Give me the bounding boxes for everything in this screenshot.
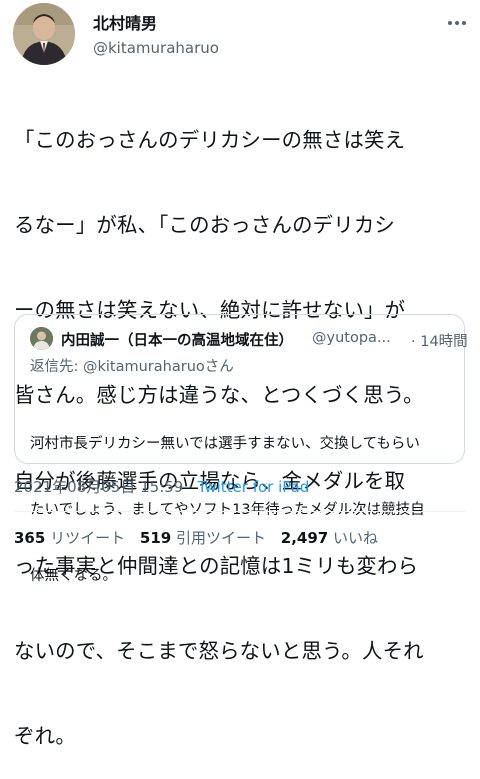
quoted-tweet-card[interactable]: 内田誠一（日本一の高温地域在住） @yutopa... · 14時間 返信先: … xyxy=(14,314,468,584)
quoted-author-avatar xyxy=(30,327,53,350)
reply-to-line: 返信先: @kitamuraharuoさん xyxy=(30,355,234,376)
tweet-source-link[interactable]: Twitter for iPad xyxy=(198,478,310,496)
quoted-author-name: 内田誠一（日本一の高温地域在住） xyxy=(61,333,293,349)
tweet-text-line: ぞれ。 xyxy=(14,724,76,749)
retweets-count: 365 xyxy=(14,529,46,547)
author-name[interactable]: 北村晴男 xyxy=(93,10,157,34)
quoted-text-line: 河村市長デリカシー無いでは選手すまない、交換してもらい xyxy=(30,436,420,452)
tweet-text-line: 「このおっさんのデリカシーの無さは笑え xyxy=(14,127,406,152)
meta-separator: · xyxy=(183,478,198,496)
more-dot-icon xyxy=(462,21,466,25)
stats-divider xyxy=(14,511,466,512)
tweet-text-line: るなー」が私、「このおっさんのデリカシ xyxy=(14,213,396,238)
likes-stat[interactable]: 2,497 いいね xyxy=(281,529,378,547)
quoted-tweet-text: 河村市長デリカシー無いでは選手すまない、交換してもらい たいでしょう、ましてやソ… xyxy=(30,389,455,631)
author-photo xyxy=(13,3,75,65)
tweet-datetime[interactable]: 2021年08月05日 15:59 xyxy=(14,478,183,496)
reply-to-prefix: 返信先: xyxy=(30,359,83,375)
retweets-stat[interactable]: 365 リツイート xyxy=(14,529,125,547)
more-dot-icon xyxy=(455,21,459,25)
quoted-text-line: 体無くなる。 xyxy=(30,568,117,584)
author-avatar[interactable] xyxy=(13,3,75,65)
likes-label: いいね xyxy=(333,529,379,547)
likes-count: 2,497 xyxy=(280,529,329,547)
quoted-author-photo xyxy=(30,327,53,350)
quotes-count: 519 xyxy=(139,529,172,547)
tweet-stats: 365 リツイート 519 引用ツイート 2,497 いいね xyxy=(14,527,388,548)
author-handle[interactable]: @kitamuraharuo xyxy=(93,39,219,57)
quotes-stat[interactable]: 519 引用ツイート xyxy=(140,529,266,547)
quoted-timestamp: · 14時間 xyxy=(411,334,468,350)
more-options-button[interactable] xyxy=(444,14,470,32)
tweet-meta: 2021年08月05日 15:59 · Twitter for iPad xyxy=(14,476,309,497)
quoted-author-handle: @yutopa... xyxy=(312,330,391,346)
retweets-label: リツイート xyxy=(50,529,126,547)
tweet-text-line: ないので、そこまで怒らないと思う。人それ xyxy=(14,639,424,664)
more-dot-icon xyxy=(448,21,452,25)
quoted-text-line: たいでしょう、ましてやソフト13年待ったメダル次は競技自 xyxy=(30,502,425,518)
reply-to-suffix: さん xyxy=(204,359,234,375)
reply-to-mention: @kitamuraharuo xyxy=(83,359,205,375)
quotes-label: 引用ツイート xyxy=(175,529,266,547)
